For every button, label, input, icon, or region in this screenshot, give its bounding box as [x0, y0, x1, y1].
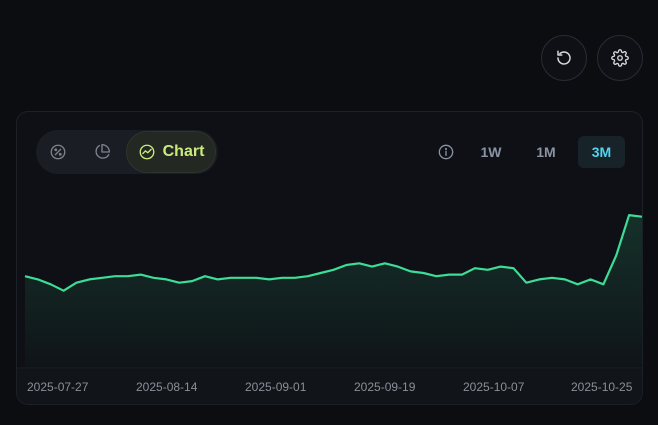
- series-area: [25, 215, 642, 368]
- gear-icon: [611, 49, 629, 67]
- x-tick-label: 2025-10-07: [463, 380, 525, 394]
- x-tick-label: 2025-10-25: [571, 380, 633, 394]
- page: Chart 1W 1M 3M 2025-07-27 2025-08-14 2025-…: [0, 0, 658, 425]
- reset-icon: [557, 50, 571, 65]
- settings-button[interactable]: [597, 35, 643, 81]
- x-tick-label: 2025-09-01: [245, 380, 307, 394]
- x-tick-label: 2025-08-14: [136, 380, 198, 394]
- chart-card: Chart 1W 1M 3M 2025-07-27 2025-08-14 2025-…: [16, 111, 643, 405]
- reset-button[interactable]: [541, 35, 587, 81]
- x-axis-band: [17, 369, 642, 404]
- x-tick-label: 2025-07-27: [27, 380, 89, 394]
- x-tick-label: 2025-09-19: [354, 380, 416, 394]
- price-chart: 2025-07-27 2025-08-14 2025-09-01 2025-09-19…: [17, 214, 642, 404]
